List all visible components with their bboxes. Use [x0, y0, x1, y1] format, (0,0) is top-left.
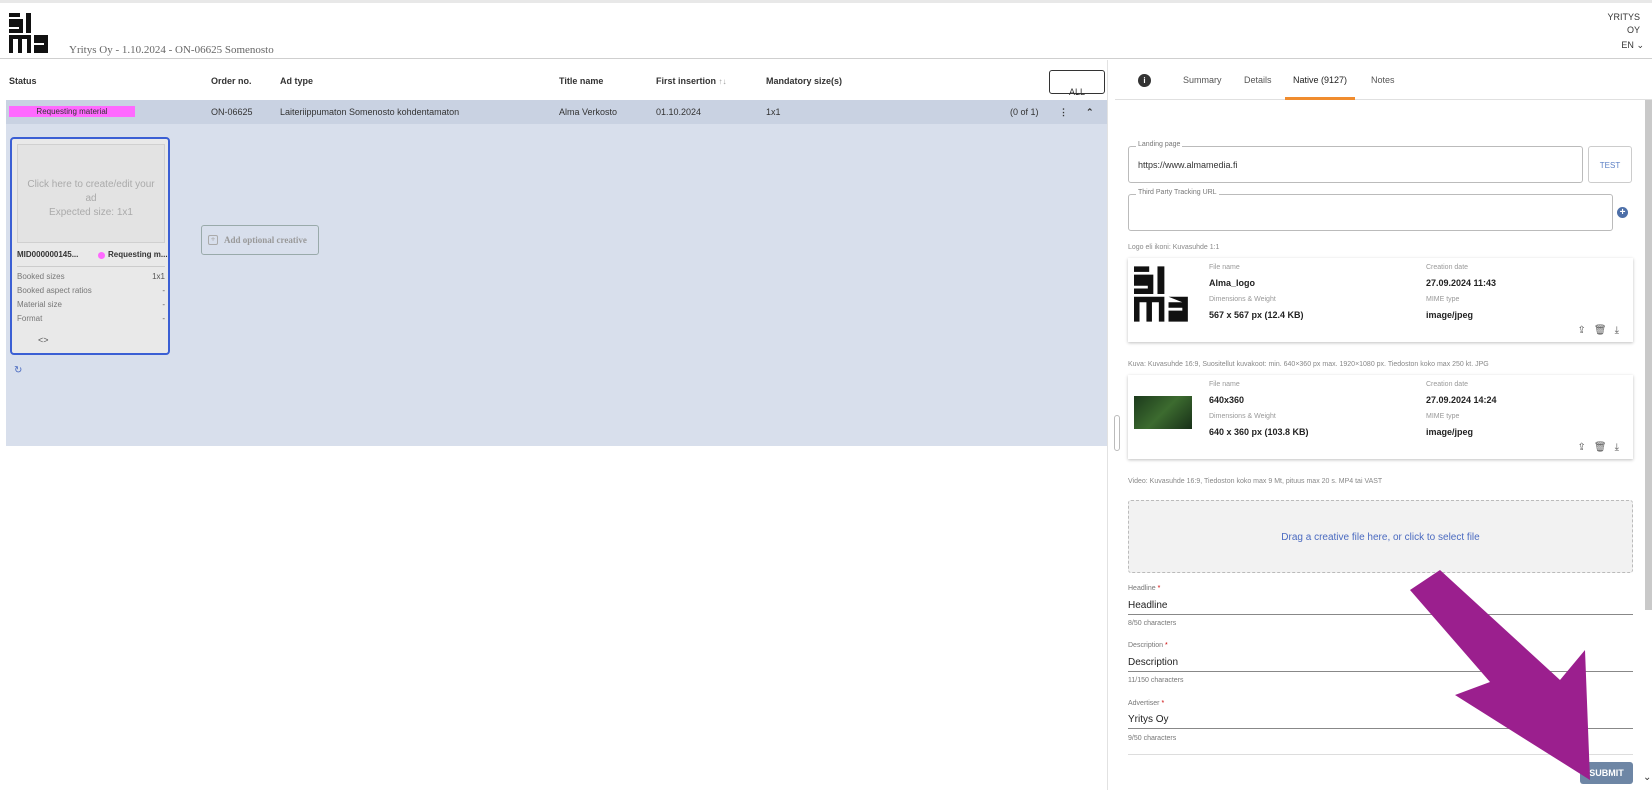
sort-icon: ↑↓ [718, 77, 727, 86]
asset-logo: File name Alma_logo Dimensions & Weight … [1128, 258, 1633, 342]
tab-summary[interactable]: Summary [1183, 75, 1222, 85]
add-optional-creative-button[interactable]: + Add optional creative [201, 225, 319, 255]
ad-type-cell: Laiteriippumaton Somenosto kohdentamaton [280, 107, 460, 117]
row-expansion: Click here to create/edit your ad Expect… [6, 124, 1107, 446]
language-select[interactable]: EN ⌄ [1621, 40, 1644, 51]
logo-thumbnail[interactable] [1134, 265, 1192, 323]
card-status: Requesting m... [108, 250, 168, 259]
upload-icon[interactable]: ⇪ [1577, 325, 1593, 336]
material-id: MID000000145... [17, 250, 79, 259]
description-char-count: 11/150 characters [1128, 677, 1184, 684]
advertiser-label: Advertiser * [1128, 700, 1165, 707]
download-icon[interactable]: ⤓ [1615, 442, 1627, 453]
col-title-name[interactable]: Title name [559, 76, 603, 86]
add-icon[interactable]: + [1617, 207, 1628, 218]
dimensions: 567 x 567 px (12.4 KB) [1209, 310, 1304, 320]
image-hint: Kuva: Kuvasuhde 16:9, Suositellut kuvako… [1128, 361, 1489, 368]
app-header: Yritys Oy - 1.10.2024 - ON-06625 Somenos… [0, 0, 1652, 59]
ad-placeholder[interactable]: Click here to create/edit your ad Expect… [17, 144, 165, 243]
test-button[interactable]: TEST [1588, 146, 1632, 183]
code-icon[interactable]: <> [38, 335, 49, 345]
asset-image: File name 640x360 Dimensions & Weight 64… [1128, 375, 1633, 459]
chevron-up-icon[interactable]: ⌃ [1086, 107, 1094, 118]
info-icon[interactable]: i [1138, 74, 1151, 87]
booked-sizes: Booked sizes 1x1 [17, 272, 165, 281]
table-header: Status Order no. Ad type Title name Firs… [6, 60, 1107, 100]
headline-char-count: 8/50 characters [1128, 620, 1177, 627]
tab-details[interactable]: Details [1244, 75, 1272, 85]
tracking-url-field[interactable]: Third Party Tracking URL [1128, 189, 1613, 231]
alma-logo[interactable] [9, 13, 51, 53]
count-cell: (0 of 1) [1010, 107, 1039, 117]
col-order-no[interactable]: Order no. [211, 76, 252, 86]
delete-icon[interactable]: 🗑 [1594, 325, 1615, 336]
delete-icon[interactable]: 🗑 [1594, 442, 1615, 453]
landing-page-field[interactable]: Landing page https://www.almamedia.fi [1128, 141, 1583, 183]
divider [17, 266, 165, 267]
advertiser-char-count: 9/50 characters [1128, 735, 1177, 742]
col-mandatory-sizes[interactable]: Mandatory size(s) [766, 76, 842, 86]
asset-actions: ⇪🗑⤓ [1577, 442, 1627, 453]
table-row[interactable]: Requesting material ON-06625 Laiteriippu… [6, 100, 1107, 124]
status-badge: Requesting material [9, 106, 135, 117]
asset-actions: ⇪🗑⤓ [1577, 325, 1627, 336]
all-filter-button[interactable]: ⌄ ALL [1049, 70, 1105, 97]
first-insertion-cell: 01.10.2024 [656, 107, 702, 117]
mandatory-size-cell: 1x1 [766, 107, 781, 117]
more-vert-icon[interactable]: ⋮ [1059, 107, 1068, 118]
detail-tabs: i Summary Details Native (9127) Notes [1115, 60, 1652, 100]
creation-date: 27.09.2024 11:43 [1426, 278, 1497, 288]
download-icon[interactable]: ⤓ [1615, 325, 1627, 336]
refresh-icon[interactable]: ↻ [14, 365, 22, 376]
dimensions: 640 x 360 px (103.8 KB) [1209, 427, 1309, 437]
order-no-cell: ON-06625 [211, 107, 253, 117]
booked-aspect-ratios: Booked aspect ratios - [17, 286, 165, 295]
status-dot [98, 252, 105, 259]
file-name: 640x360 [1209, 395, 1245, 405]
col-status[interactable]: Status [9, 76, 37, 86]
tab-native[interactable]: Native (9127) [1293, 75, 1347, 85]
headline-label: Headline * [1128, 585, 1161, 592]
logo-hint: Logo eli ikoni: Kuvasuhde 1:1 [1128, 244, 1220, 251]
chevron-down-icon: ⌄ [1636, 40, 1644, 50]
title-name-cell: Alma Verkosto [559, 107, 618, 117]
creative-card[interactable]: Click here to create/edit your ad Expect… [10, 137, 170, 355]
scrollbar[interactable] [1645, 100, 1652, 610]
panel-divider [1107, 60, 1108, 790]
creation-date: 27.09.2024 14:24 [1426, 395, 1497, 405]
file-name: Alma_logo [1209, 278, 1256, 288]
col-first-insertion[interactable]: First insertion ↑↓ [656, 76, 727, 86]
video-hint: Video: Kuvasuhde 16:9, Tiedoston koko ma… [1128, 478, 1383, 485]
material-size: Material size - [17, 300, 165, 309]
mime-type: image/jpeg [1426, 427, 1474, 437]
mime-type: image/jpeg [1426, 310, 1474, 320]
description-label: Description * [1128, 642, 1168, 649]
tab-notes[interactable]: Notes [1371, 75, 1395, 85]
annotation-arrow-icon [1410, 570, 1590, 780]
active-tab-indicator [1285, 97, 1355, 100]
add-box-icon: + [208, 235, 218, 245]
format: Format - [17, 314, 165, 323]
image-thumbnail[interactable] [1134, 396, 1192, 429]
company-name[interactable]: YRITYS OY [1600, 11, 1640, 37]
order-table: Status Order no. Ad type Title name Firs… [6, 60, 1107, 790]
landing-page-input[interactable]: https://www.almamedia.fi [1138, 160, 1238, 170]
upload-icon[interactable]: ⇪ [1577, 442, 1593, 453]
file-dropzone[interactable]: Drag a creative file here, or click to s… [1128, 500, 1633, 573]
page-subtitle: Yritys Oy - 1.10.2024 - ON-06625 Somenos… [69, 44, 274, 56]
col-ad-type[interactable]: Ad type [280, 76, 313, 86]
